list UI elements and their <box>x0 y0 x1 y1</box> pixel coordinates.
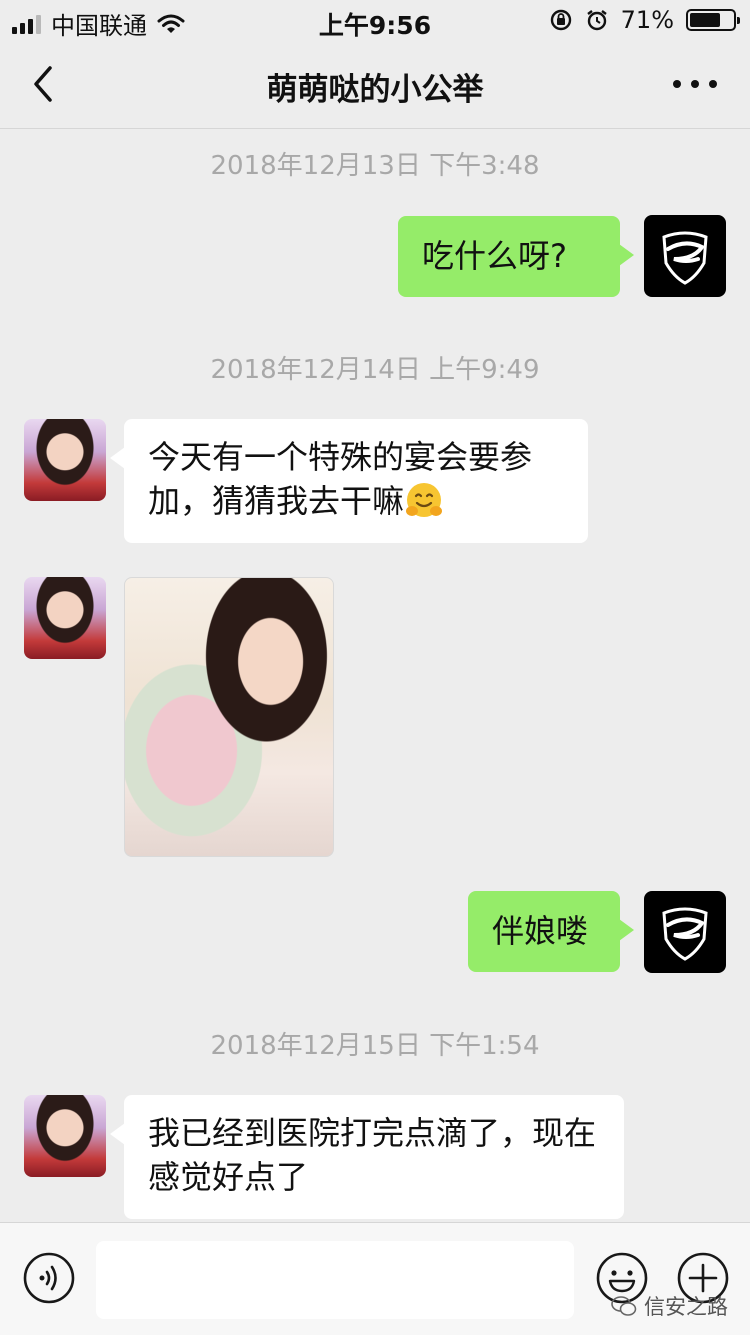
hugging-face-emoji-icon <box>406 483 443 517</box>
timestamp: 2018年12月14日 上午9:49 <box>210 355 540 385</box>
contact-avatar[interactable] <box>24 1095 106 1177</box>
shield-logo-icon <box>662 231 708 285</box>
battery-icon <box>686 9 740 31</box>
message-input[interactable] <box>96 1241 574 1319</box>
my-message-bubble[interactable]: 伴娘喽 <box>468 891 634 972</box>
wechat-logo-icon <box>611 1296 637 1316</box>
contact-message-bubble[interactable]: 我已经到医院打完点滴了，现在感觉好点了 <box>110 1095 624 1219</box>
input-bar: 信安之路 <box>0 1222 750 1335</box>
status-bar: 中国联通 上午9:56 71% <box>0 0 750 42</box>
my-avatar[interactable] <box>644 215 726 297</box>
watermark: 信安之路 <box>610 1291 728 1321</box>
alarm-icon <box>586 10 607 31</box>
message-text: 今天有一个特殊的宴会要参加，猜猜我去干嘛 <box>148 438 533 520</box>
shield-logo-icon <box>662 907 708 961</box>
more-icon[interactable] <box>670 72 720 96</box>
my-avatar[interactable] <box>644 891 726 973</box>
rotation-lock-icon <box>550 9 571 31</box>
watermark-text: 信安之路 <box>644 1295 728 1319</box>
my-message-bubble[interactable]: 吃什么呀? <box>398 216 634 297</box>
timestamp: 2018年12月13日 下午3:48 <box>210 151 540 181</box>
chat-area[interactable]: 2018年12月13日 下午3:48 吃什么呀? 2018年12月14日 上午9… <box>0 129 750 1221</box>
contact-avatar[interactable] <box>24 419 106 501</box>
photo-message[interactable] <box>124 577 334 857</box>
status-right: 71% <box>549 6 740 34</box>
battery-percent: 71% <box>620 6 674 34</box>
contact-message-bubble[interactable]: 今天有一个特殊的宴会要参加，猜猜我去干嘛 <box>110 419 588 543</box>
nav-bar: 萌萌哒的小公举 <box>0 42 750 129</box>
contact-avatar[interactable] <box>24 577 106 659</box>
chat-title: 萌萌哒的小公举 <box>266 72 484 108</box>
timestamp: 2018年12月15日 下午1:54 <box>210 1031 540 1061</box>
voice-icon[interactable] <box>22 1251 76 1305</box>
